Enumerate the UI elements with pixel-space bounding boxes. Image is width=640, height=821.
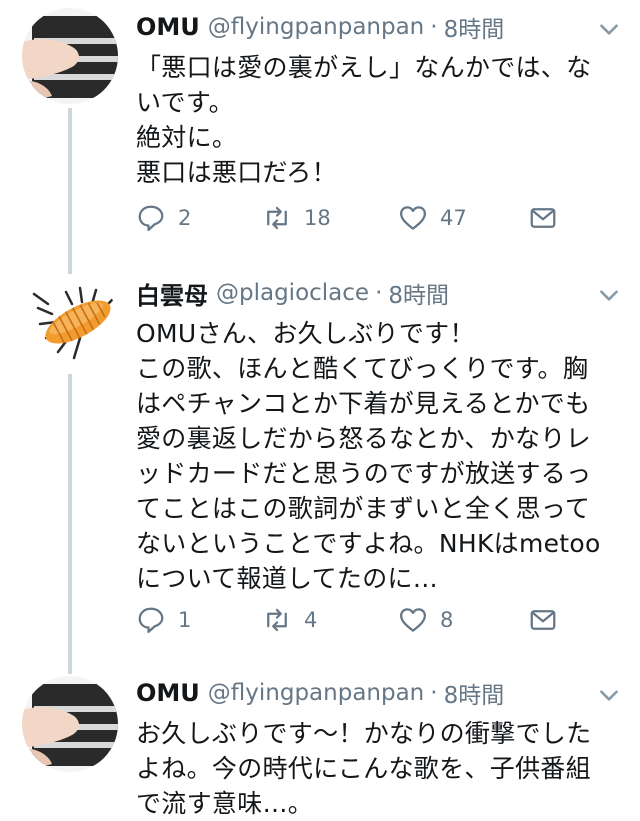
tweet[interactable]: 白雲母 @plagioclace · 8時間 OMUさん、お久しぶりです！ この… (0, 272, 640, 652)
tweet-header: OMU @flyingpanpanpan · 8時間 (136, 672, 504, 714)
tweet-actions: 1 4 8 (136, 600, 616, 640)
tweet-text-line: お久しぶりです〜！かなりの衝撃でした (136, 719, 592, 748)
tweet-text-line: について報道してたのに… (136, 564, 439, 593)
avatar-omu[interactable] (22, 676, 118, 772)
envelope-icon (530, 610, 556, 630)
tweet-actions: 2 18 47 (136, 198, 616, 238)
tweet-text-line: いです。 (136, 88, 234, 117)
tweet-text-line: で流す意味…。 (136, 789, 314, 818)
tweet-header: 白雲母 @plagioclace · 8時間 (136, 272, 449, 314)
tweet-text-line: 絶対に。 (136, 123, 238, 152)
reply-icon (138, 607, 164, 633)
tweet[interactable]: OMU @flyingpanpanpan · 8時間 お久しぶりです〜！かなりの… (0, 672, 640, 818)
like-button[interactable]: 47 (398, 198, 467, 238)
timestamp[interactable]: 8時間 (444, 10, 505, 44)
avatar-omu[interactable] (22, 8, 118, 104)
author-name[interactable]: OMU (136, 679, 200, 707)
author-handle[interactable]: @plagioclace (216, 280, 369, 306)
chevron-down-icon[interactable] (596, 282, 622, 308)
tweet-text-line: 「悪口は愛の裏がえし」なんかでは、な (136, 53, 592, 82)
tweet-text-line: ッドカードだと思うのですが放送するっ (136, 459, 592, 488)
tweet-text-line: この歌、ほんと酷くてびっくりです。胸 (136, 354, 589, 383)
author-handle[interactable]: @flyingpanpanpan (208, 680, 424, 706)
dm-button[interactable] (528, 198, 558, 238)
envelope-icon (530, 208, 556, 228)
chevron-down-icon[interactable] (596, 16, 622, 42)
separator-dot: · (375, 280, 383, 306)
retweet-icon (267, 608, 287, 632)
like-count: 8 (440, 608, 454, 632)
reply-button[interactable]: 2 (136, 198, 191, 238)
tweet-text: OMUさん、お久しぶりです！ この歌、ほんと酷くてびっくりです。胸 はペチャンコ… (136, 316, 624, 596)
retweet-count: 18 (304, 206, 331, 230)
author-handle[interactable]: @flyingpanpanpan (208, 14, 424, 40)
retweet-icon (267, 206, 287, 230)
tweet-text-line: よね。今の時代にこんな歌を、子供番組 (136, 754, 591, 783)
retweet-count: 4 (304, 608, 318, 632)
timestamp[interactable]: 8時間 (388, 276, 449, 310)
tweet-text-line: はペチャンコとか下着が見えるとかでも (136, 389, 591, 418)
reply-count: 1 (178, 608, 192, 632)
tweet[interactable]: OMU @flyingpanpanpan · 8時間 「悪口は愛の裏がえし」なん… (0, 6, 640, 256)
heart-icon (400, 608, 426, 632)
separator-dot: · (430, 14, 438, 40)
tweet-text-line: 愛の裏返しだから怒るなとか、かなりレ (136, 424, 591, 453)
author-name[interactable]: OMU (136, 13, 200, 41)
separator-dot: · (430, 680, 438, 706)
tweet-text-line: ないということですよね。NHKはmetoo (136, 529, 601, 558)
retweet-button[interactable]: 18 (262, 198, 331, 238)
like-button[interactable]: 8 (398, 600, 453, 640)
tweet-text: お久しぶりです〜！かなりの衝撃でした よね。今の時代にこんな歌を、子供番組 で流… (136, 716, 624, 821)
avatar-hakuunmo[interactable] (22, 274, 118, 370)
dm-button[interactable] (528, 600, 558, 640)
reply-button[interactable]: 1 (136, 600, 191, 640)
retweet-button[interactable]: 4 (262, 600, 317, 640)
timestamp[interactable]: 8時間 (444, 676, 505, 710)
tweet-header: OMU @flyingpanpanpan · 8時間 (136, 6, 504, 48)
reply-count: 2 (178, 206, 192, 230)
tweet-text-line: てことはこの歌詞がまずいと全く思って (136, 494, 591, 523)
tweet-text-line: OMUさん、お久しぶりです！ (136, 319, 475, 348)
author-name[interactable]: 白雲母 (136, 276, 208, 311)
reply-icon (138, 205, 164, 231)
heart-icon (400, 206, 426, 230)
tweet-text-line: 悪口は悪口だろ！ (136, 158, 337, 187)
like-count: 47 (440, 206, 467, 230)
chevron-down-icon[interactable] (596, 682, 622, 708)
tweet-text: 「悪口は愛の裏がえし」なんかでは、な いです。 絶対に。 悪口は悪口だろ！ (136, 50, 624, 190)
